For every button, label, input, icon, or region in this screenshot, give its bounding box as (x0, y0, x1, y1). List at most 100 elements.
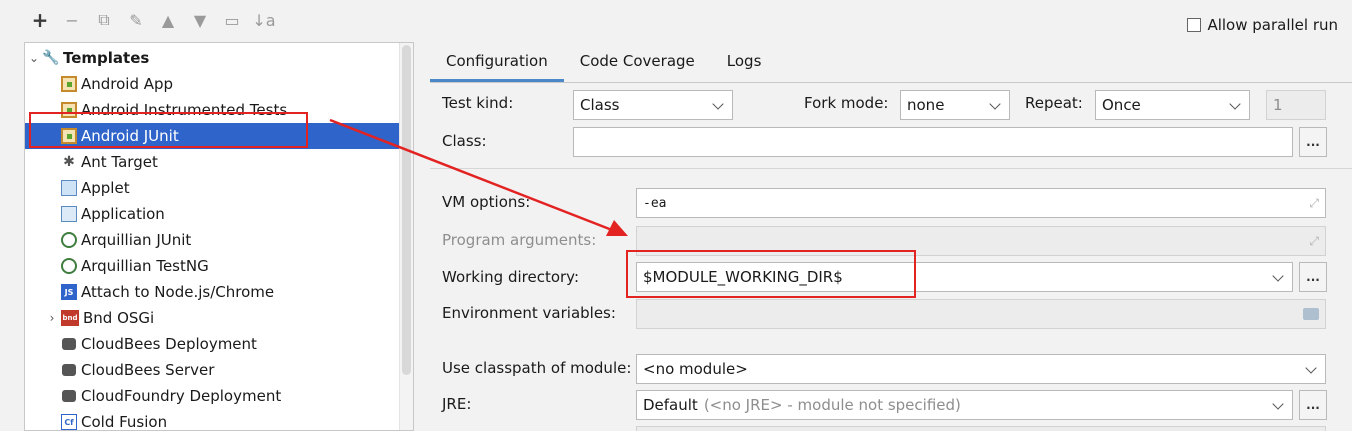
arquillian-icon (61, 258, 77, 274)
vm-options-label: VM options: (442, 193, 531, 211)
chevron-right-icon[interactable]: › (43, 311, 61, 325)
fork-mode-label: Fork mode: (804, 94, 889, 112)
tree-item-application[interactable]: Application (25, 201, 399, 227)
next-field-partial (636, 426, 1326, 431)
repeat-count-field[interactable]: 1 (1266, 90, 1326, 120)
tree-item-cloudfoundry-deployment[interactable]: CloudFoundry Deployment (25, 383, 399, 409)
working-dir-browse-button[interactable]: ... (1299, 262, 1327, 292)
sort-icon[interactable]: ↓a (252, 8, 276, 32)
class-input[interactable] (573, 127, 1293, 157)
tree-item-label: CloudFoundry Deployment (81, 387, 282, 405)
remove-icon[interactable]: − (60, 8, 84, 32)
android-icon (61, 76, 77, 92)
tree-item-label: Arquillian JUnit (81, 231, 192, 249)
classpath-select[interactable]: <no module> (636, 354, 1326, 384)
tab-logs[interactable]: Logs (711, 44, 778, 82)
cloud-icon (61, 388, 77, 404)
copy-icon[interactable]: ⧉ (92, 8, 116, 32)
tree-item-label: Arquillian TestNG (81, 257, 209, 275)
tree-scrollbar[interactable] (399, 43, 413, 430)
wrench-icon[interactable]: ✎ (124, 8, 148, 32)
tree-item-arquillian-junit[interactable]: Arquillian JUnit (25, 227, 399, 253)
test-kind-select[interactable]: Class (573, 90, 733, 120)
vm-options-value: -ea (643, 195, 667, 211)
section-divider (430, 168, 1352, 169)
repeat-select[interactable]: Once (1095, 90, 1250, 120)
coldfusion-icon: Cf (61, 414, 77, 430)
run-configuration-dialog: + − ⧉ ✎ ▲ ▼ ▭ ↓a ⌄ 🔧 Templates Android A… (0, 0, 1352, 431)
tree-item-label: Ant Target (81, 153, 158, 171)
move-up-icon[interactable]: ▲ (156, 8, 180, 32)
fork-mode-value: none (907, 96, 945, 114)
expand-icon[interactable]: ⤢ (1309, 196, 1319, 211)
working-dir-label: Working directory: (442, 268, 580, 286)
tab-configuration[interactable]: Configuration (430, 44, 564, 82)
wrench-icon: 🔧 (42, 50, 60, 66)
repeat-value: Once (1102, 96, 1141, 114)
bnd-icon: bnd (61, 310, 79, 326)
tree-root-templates[interactable]: ⌄ 🔧 Templates (25, 45, 399, 71)
ant-icon: ✱ (63, 154, 75, 170)
fork-mode-select[interactable]: none (900, 90, 1010, 120)
tree-item-label: Application (81, 205, 165, 223)
env-vars-label: Environment variables: (442, 304, 616, 322)
tree-item-label: CloudBees Deployment (81, 335, 257, 353)
tree-item-label: CloudBees Server (81, 361, 215, 379)
tree-item-cold-fusion[interactable]: Cf Cold Fusion (25, 409, 399, 431)
scrollbar-thumb[interactable] (402, 45, 411, 375)
jre-value: Default (643, 396, 698, 414)
tree-item-label: Cold Fusion (81, 413, 168, 431)
allow-parallel-run-checkbox[interactable] (1187, 18, 1202, 32)
tree-item-cloudbees-deployment[interactable]: CloudBees Deployment (25, 331, 399, 357)
move-down-icon[interactable]: ▼ (188, 8, 212, 32)
allow-parallel-run[interactable]: Allow parallel run (1187, 16, 1338, 34)
application-icon (61, 206, 77, 222)
tree-item-arquillian-testng[interactable]: Arquillian TestNG (25, 253, 399, 279)
tree-item-cloudbees-server[interactable]: CloudBees Server (25, 357, 399, 383)
tree-root-label: Templates (63, 49, 150, 67)
nodejs-icon: JS (61, 284, 77, 300)
tree-item-label: Applet (81, 179, 130, 197)
configuration-panel: Allow parallel run Configuration Code Co… (418, 0, 1352, 431)
jre-browse-button[interactable]: ... (1299, 390, 1327, 420)
expand-icon[interactable]: ⤢ (1309, 234, 1319, 249)
tab-bar: Configuration Code Coverage Logs (430, 44, 777, 82)
arquillian-icon (61, 232, 77, 248)
chevron-down-icon[interactable]: ⌄ (25, 51, 43, 65)
env-vars-input[interactable] (636, 299, 1326, 329)
tree-item-applet[interactable]: Applet (25, 175, 399, 201)
vm-options-input[interactable]: -ea ⤢ (636, 188, 1326, 218)
templates-toolbar: + − ⧉ ✎ ▲ ▼ ▭ ↓a (0, 0, 400, 40)
folder-icon[interactable] (1303, 308, 1319, 320)
cloud-icon (61, 362, 77, 378)
tab-code-coverage[interactable]: Code Coverage (564, 44, 711, 82)
tab-divider (430, 82, 1352, 83)
tree-item-label: Attach to Node.js/Chrome (81, 283, 275, 301)
repeat-label: Repeat: (1025, 94, 1083, 112)
jre-label: JRE: (442, 395, 472, 413)
add-icon[interactable]: + (28, 8, 52, 32)
annotation-box-working-dir (626, 250, 916, 298)
test-kind-value: Class (580, 96, 620, 114)
tree-item-android-app[interactable]: Android App (25, 71, 399, 97)
templates-tree: ⌄ 🔧 Templates Android App Android Instru… (24, 42, 414, 431)
classpath-label: Use classpath of module: (442, 359, 632, 377)
program-args-label: Program arguments: (442, 231, 597, 249)
tree-item-attach-nodejs[interactable]: JS Attach to Node.js/Chrome (25, 279, 399, 305)
tree-item-label: Bnd OSGi (83, 309, 155, 327)
cloud-icon (61, 336, 77, 352)
classpath-value: <no module> (643, 360, 748, 378)
jre-select[interactable]: Default (<no JRE> - module not specified… (636, 390, 1293, 420)
class-label: Class: (442, 132, 487, 150)
repeat-count-value: 1 (1273, 96, 1283, 114)
jre-hint: (<no JRE> - module not specified) (703, 396, 961, 414)
applet-icon (61, 180, 77, 196)
test-kind-label: Test kind: (442, 94, 514, 112)
tree-item-label: Android App (81, 75, 174, 93)
annotation-box-android-junit (29, 112, 308, 148)
tree-item-bnd-osgi[interactable]: › bnd Bnd OSGi (25, 305, 399, 331)
folder-icon[interactable]: ▭ (220, 8, 244, 32)
tree-item-ant-target[interactable]: ✱ Ant Target (25, 149, 399, 175)
class-browse-button[interactable]: ... (1299, 127, 1327, 157)
allow-parallel-run-label: Allow parallel run (1207, 16, 1338, 34)
